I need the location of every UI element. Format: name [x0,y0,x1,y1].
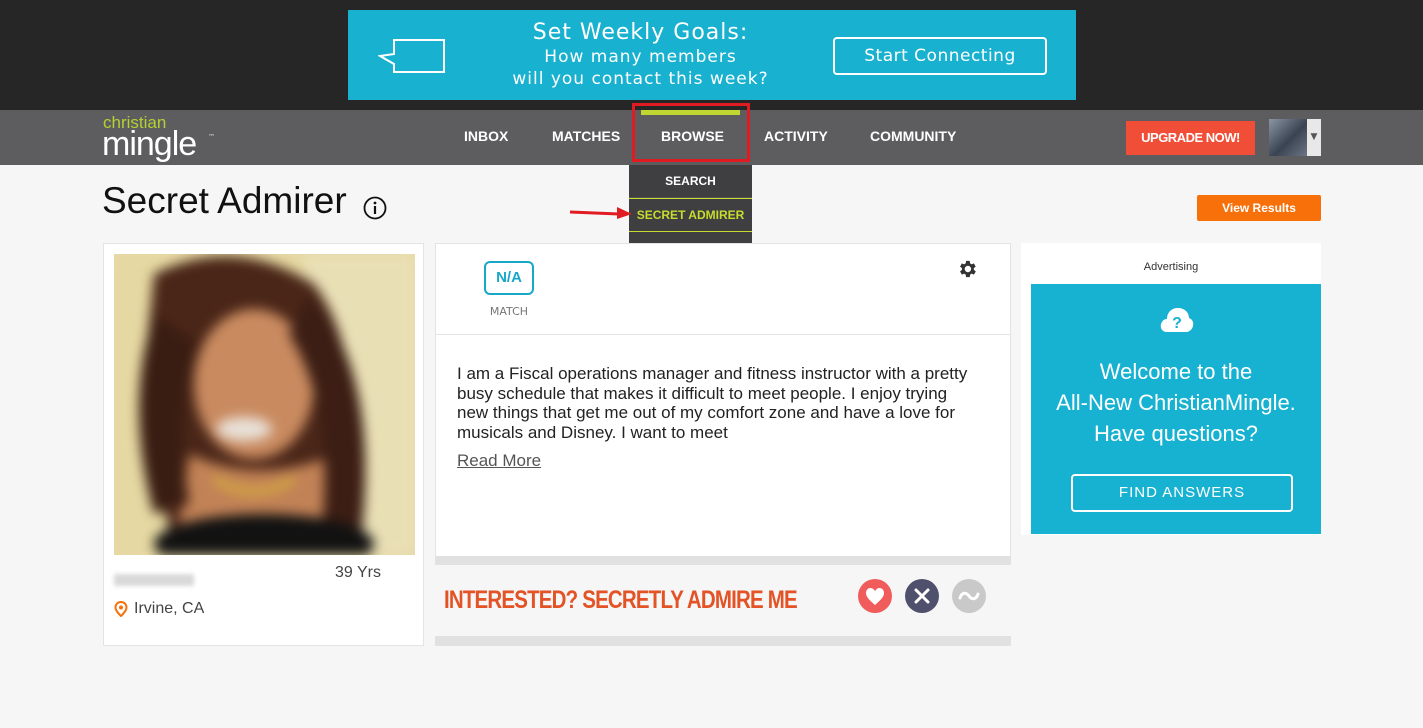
location-pin-icon [114,601,128,617]
profile-detail-card: N/A MATCH I am a Fiscal operations manag… [435,243,1011,558]
ad-line-1: Welcome to the [1099,359,1253,384]
profile-location: Irvine, CA [134,600,205,617]
admire-heart-button[interactable] [858,579,892,613]
profile-card[interactable]: 39 Yrs Irvine, CA [103,243,424,646]
view-results-button[interactable]: View Results [1197,195,1321,221]
profile-photo[interactable] [114,254,415,555]
banner-text: Set Weekly Goals: How many members will … [498,20,783,90]
ad-line-3: Have questions? [1094,421,1258,446]
advertising-panel: Advertising ? Welcome to the All-New Chr… [1021,243,1321,535]
speech-bubble-icon [378,39,445,73]
weekly-goals-banner[interactable]: Set Weekly Goals: How many members will … [348,10,1076,100]
top-ad-bar: Set Weekly Goals: How many members will … [0,0,1423,110]
maybe-button[interactable] [952,579,986,613]
page-title: Secret Admirer [102,180,347,221]
logo-bottom-text: mingle [102,125,197,163]
match-badge: N/A [484,261,534,295]
card-bottom-strip [435,636,1011,646]
match-label: MATCH [489,305,529,318]
logo-trademark: ™ [208,133,215,141]
user-avatar[interactable] [1269,119,1307,156]
welcome-ad[interactable]: ? Welcome to the All-New ChristianMingle… [1031,284,1321,534]
nav-community[interactable]: COMMUNITY [870,110,956,165]
banner-line-2: How many members [544,47,737,67]
nav-inbox[interactable]: INBOX [464,110,508,165]
tilde-icon [958,591,980,601]
info-icon[interactable] [363,196,387,220]
read-more-link[interactable]: Read More [457,451,541,471]
nav-activity[interactable]: ACTIVITY [764,110,828,165]
find-answers-button[interactable]: FIND ANSWERS [1071,474,1293,512]
christian-mingle-logo[interactable]: christian mingle ™ [102,113,222,163]
dropdown-search[interactable]: SEARCH [629,165,752,198]
advertising-label: Advertising [1143,261,1199,273]
ad-text: Welcome to the All-New ChristianMingle. … [1031,356,1321,449]
username-blurred [114,574,194,586]
card-divider [436,334,1010,335]
svg-text:?: ? [1172,315,1182,332]
question-cloud-icon: ? [1160,308,1194,332]
profile-bio: I am a Fiscal operations manager and fit… [457,364,968,442]
start-connecting-button[interactable]: Start Connecting [833,37,1047,75]
heart-icon [866,588,884,605]
dropdown-secret-admirer[interactable]: SECRET ADMIRER [629,198,752,232]
red-arrow-icon [569,207,632,219]
upgrade-now-button[interactable]: UPGRADE NOW! [1126,121,1255,155]
pass-button[interactable] [905,579,939,613]
secretly-admire-cta: INTERESTED? SECRETLY ADMIRE ME [444,586,798,614]
nav-matches[interactable]: MATCHES [552,110,620,165]
browse-highlight-box [632,103,750,162]
banner-title: Set Weekly Goals: [532,20,749,45]
close-icon [914,588,930,604]
chevron-down-icon[interactable]: ▼ [1307,119,1321,156]
gear-icon[interactable] [956,258,978,280]
profile-age: 39 Yrs [335,564,381,581]
ad-line-2: All-New ChristianMingle. [1056,390,1296,415]
card-separator [435,556,1011,565]
banner-line-3: will you contact this week? [512,69,769,89]
